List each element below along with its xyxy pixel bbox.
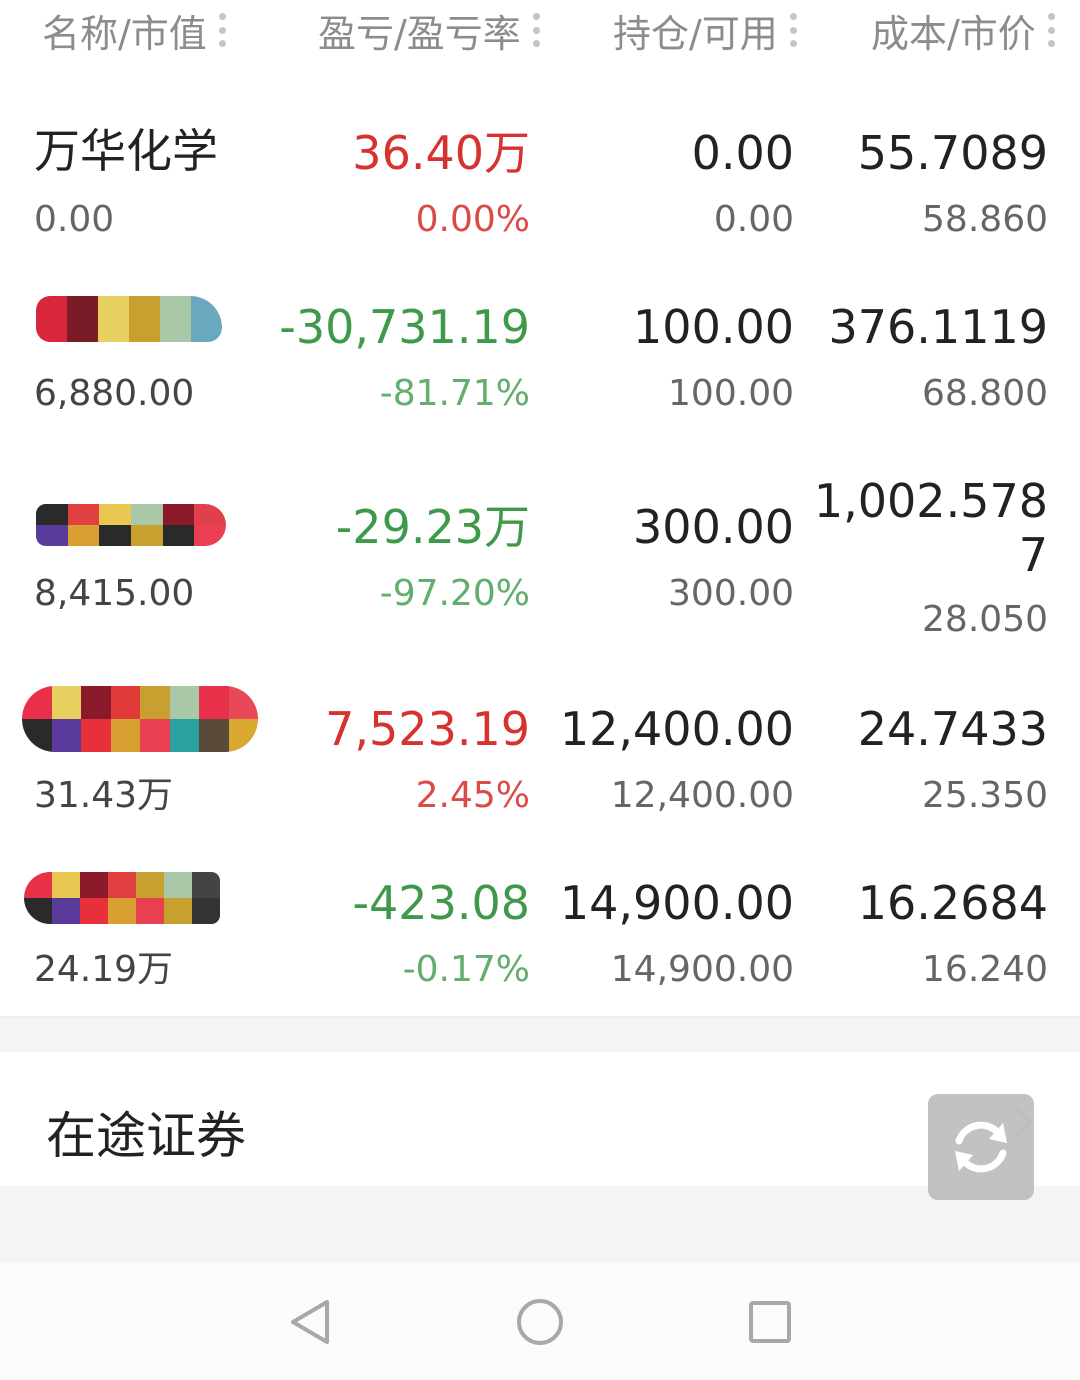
in-transit-label: 在途证券	[46, 1107, 246, 1165]
pnl-value: -29.23万	[335, 500, 530, 554]
redacted-stock-name	[36, 504, 226, 546]
recents-square-icon[interactable]	[744, 1296, 796, 1348]
pnl-rate: -0.17%	[402, 949, 530, 990]
market-value: 8,415.00	[34, 573, 195, 614]
market-value: 0.00	[34, 199, 115, 240]
pnl-rate: 0.00%	[415, 199, 530, 240]
system-nav-bar	[0, 1262, 1080, 1380]
holding-row[interactable]: 8,415.00 -29.23万 -97.20% 300.00 300.00 1…	[0, 440, 1080, 670]
available-qty: 100.00	[668, 373, 794, 414]
pnl-rate: -81.71%	[379, 373, 530, 414]
stock-name: 万华化学	[34, 124, 218, 178]
header-pnl[interactable]: 盈亏/盈亏率	[318, 6, 540, 56]
market-price: 28.050	[922, 599, 1048, 640]
market-value: 6,880.00	[34, 373, 195, 414]
header-cost-price[interactable]: 成本/市价	[871, 6, 1055, 56]
position-qty: 12,400.00	[559, 702, 794, 756]
column-header: 名称/市值 盈亏/盈亏率 持仓/可用 成本/市价	[0, 0, 1080, 94]
position-qty: 14,900.00	[559, 876, 794, 930]
pnl-value: -30,731.19	[279, 300, 530, 354]
position-qty: 300.00	[633, 500, 794, 554]
pnl-value: -423.08	[352, 876, 530, 930]
redacted-stock-name	[24, 872, 220, 924]
header-position-label: 持仓/可用	[613, 11, 778, 56]
cost-price-line2: 7	[1018, 528, 1048, 582]
cost-price: 16.2684	[857, 876, 1048, 930]
header-cost-price-label: 成本/市价	[871, 11, 1036, 56]
market-price: 25.350	[922, 775, 1048, 816]
holding-row[interactable]: 24.19万 -423.08 -0.17% 14,900.00 14,900.0…	[0, 842, 1080, 1018]
holding-row[interactable]: 万华化学 0.00 36.40万 0.00% 0.00 0.00 55.7089…	[0, 92, 1080, 268]
redacted-stock-name	[36, 296, 222, 342]
positions-page: 名称/市值 盈亏/盈亏率 持仓/可用 成本/市价 万华化学 0.00 36.40…	[0, 0, 1080, 1380]
home-circle-icon[interactable]	[514, 1296, 566, 1348]
cost-price: 376.1119	[828, 300, 1049, 354]
cost-price: 55.7089	[857, 126, 1048, 180]
in-transit-securities[interactable]: 在途证券	[0, 1052, 1080, 1186]
market-value: 31.43万	[34, 775, 174, 816]
available-qty: 0.00	[713, 199, 794, 240]
holding-row[interactable]: 31.43万 7,523.19 2.45% 12,400.00 12,400.0…	[0, 668, 1080, 844]
available-qty: 12,400.00	[610, 775, 794, 816]
cost-price-line1: 1,002.578	[813, 474, 1048, 528]
header-pnl-label: 盈亏/盈亏率	[318, 11, 521, 56]
available-qty: 14,900.00	[610, 949, 794, 990]
pnl-value: 7,523.19	[325, 702, 530, 756]
market-price: 58.860	[922, 199, 1048, 240]
refresh-icon	[955, 1121, 1007, 1173]
redacted-stock-name	[22, 686, 258, 752]
available-qty: 300.00	[668, 573, 794, 614]
market-price: 68.800	[922, 373, 1048, 414]
holding-row[interactable]: 6,880.00 -30,731.19 -81.71% 100.00 100.0…	[0, 266, 1080, 442]
market-price: 16.240	[922, 949, 1048, 990]
market-value: 24.19万	[34, 949, 174, 990]
pnl-rate: -97.20%	[379, 573, 530, 614]
section-divider	[0, 1018, 1080, 1052]
bottom-spacer	[0, 1186, 1080, 1262]
header-position[interactable]: 持仓/可用	[613, 6, 797, 56]
sort-dots-icon	[218, 13, 226, 47]
back-triangle-icon[interactable]	[284, 1296, 336, 1348]
header-name-value[interactable]: 名称/市值	[42, 6, 226, 56]
pnl-value: 36.40万	[352, 126, 530, 180]
position-qty: 100.00	[633, 300, 794, 354]
pnl-rate: 2.45%	[415, 775, 530, 816]
sort-dots-icon	[1047, 13, 1055, 47]
cost-price: 24.7433	[857, 702, 1048, 756]
refresh-button[interactable]	[928, 1094, 1034, 1200]
position-qty: 0.00	[691, 126, 794, 180]
header-name-value-label: 名称/市值	[42, 11, 207, 56]
sort-dots-icon	[532, 13, 540, 47]
sort-dots-icon	[789, 13, 797, 47]
